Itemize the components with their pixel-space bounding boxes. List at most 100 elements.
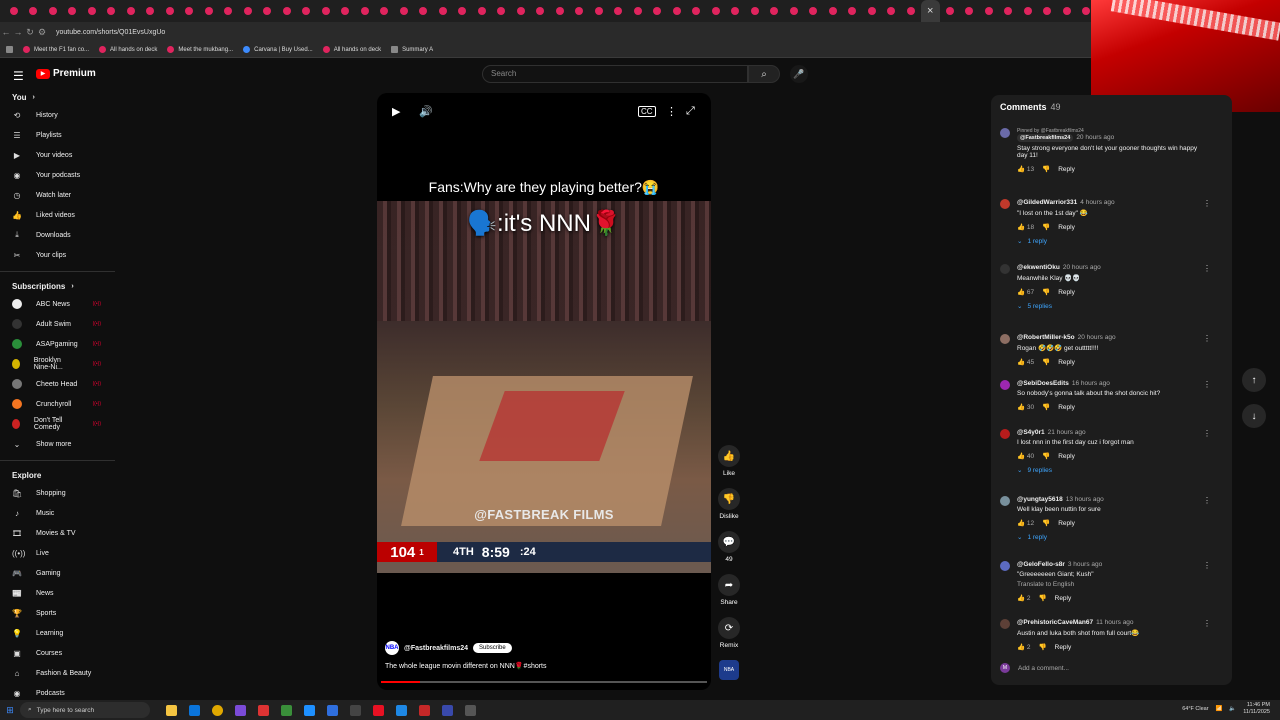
browser-tab[interactable] [765,0,785,22]
store-icon[interactable] [304,704,315,716]
browser-tab[interactable] [1038,0,1058,22]
files-icon[interactable] [327,704,338,716]
comment-menu-icon[interactable]: ⋮ [1203,199,1211,208]
subscribe-button[interactable]: Subscribe [473,643,512,653]
sidebar-item-courses[interactable]: ▣ Courses [0,643,115,663]
comment-dislike-button[interactable]: 👎 [1039,643,1047,651]
weather-text[interactable]: 64°F Clear [1182,706,1208,712]
browser-tab[interactable] [219,0,239,22]
commenter-avatar[interactable] [1000,334,1010,344]
commenter-avatar[interactable] [1000,561,1010,571]
sidebar-item-sports[interactable]: 🏆 Sports [0,603,115,623]
subscription-item[interactable]: Adult Swim ((•)) [0,314,115,334]
browser-tab[interactable] [648,0,668,22]
subscription-item[interactable]: Brooklyn Nine-Ni... ((•)) [0,354,115,374]
browser-tab[interactable] [531,0,551,22]
hamburger-menu-icon[interactable]: ☰ [13,69,24,83]
browser-tab[interactable] [472,0,492,22]
browser-tab[interactable] [414,0,434,22]
channel-name[interactable]: @Fastbreakfilms24 [404,645,468,652]
browser-tab[interactable] [433,0,453,22]
comment-menu-icon[interactable]: ⋮ [1203,496,1211,505]
steam-icon[interactable] [396,704,407,716]
channel-avatar[interactable]: NBA [385,641,399,655]
reply-button[interactable]: Reply [1055,644,1072,651]
comment-dislike-button[interactable]: 👎 [1042,223,1050,231]
subscription-item[interactable]: Cheeto Head ((•)) [0,374,115,394]
url-text[interactable]: youtube.com/shorts/Q01EvsUxgUo [56,29,165,36]
voice-search-button[interactable]: 🎤 [790,65,808,83]
comments-button[interactable]: 💬 49 [714,531,744,563]
browser-tab[interactable] [297,0,317,22]
youtube-premium-logo[interactable]: ▶ Premium [36,68,96,79]
dislike-button[interactable]: 👎 Dislike [714,488,744,520]
comment-menu-icon[interactable]: ⋮ [1203,380,1211,389]
volume-icon[interactable]: 🔈 [1229,706,1236,712]
subscription-item[interactable]: ASAPgaming ((•)) [0,334,115,354]
browser-tab[interactable] [160,0,180,22]
comment-dislike-button[interactable]: 👎 [1042,288,1050,296]
browser-tab[interactable] [901,0,921,22]
remix-button[interactable]: ⟳ Remix [714,617,744,649]
browser-tab[interactable] [999,0,1019,22]
sidebar-item-your-podcasts[interactable]: ◉ Your podcasts [0,165,115,185]
commenter-avatar[interactable] [1000,429,1010,439]
comment-like-button[interactable]: 👍 30 [1017,403,1034,411]
browser-tab[interactable] [277,0,297,22]
app-icon[interactable] [419,704,430,716]
app-icon[interactable] [442,704,453,716]
browser-tab[interactable] [141,0,161,22]
bookmark-item[interactable]: Meet the mukbang... [167,46,233,53]
more-vert-icon[interactable]: ⋮ [666,105,677,118]
bookmark-item[interactable]: Meet the F1 fan co... [23,46,89,53]
commenter-avatar[interactable] [1000,380,1010,390]
sidebar-item-movies-tv[interactable]: 🎞 Movies & TV [0,523,115,543]
comment-menu-icon[interactable]: ⋮ [1203,264,1211,273]
browser-tab[interactable] [784,0,804,22]
play-icon[interactable]: ▶ [392,105,400,118]
subscription-item[interactable]: Crunchyroll ((•)) [0,394,115,414]
comment-like-button[interactable]: 👍 2 [1017,594,1031,602]
sound-thumbnail[interactable]: NBA [719,660,739,680]
comment-author[interactable]: @RobertMiller-k5o [1017,334,1075,341]
sidebar-item-watch-later[interactable]: ◷ Watch later [0,185,115,205]
fullscreen-icon[interactable]: ⤢ [686,105,695,118]
reply-button[interactable]: Reply [1058,520,1075,527]
captions-icon[interactable]: CC [638,106,656,117]
clock[interactable]: 11:46 PM 11/11/2025 [1243,702,1270,716]
comment-like-button[interactable]: 👍 2 [1017,643,1031,651]
reply-button[interactable]: Reply [1055,595,1072,602]
commenter-avatar[interactable] [1000,619,1010,629]
browser-tab[interactable] [82,0,102,22]
translate-link[interactable]: Translate to English [1017,581,1207,588]
browser-tab[interactable] [316,0,336,22]
browser-tab[interactable] [24,0,44,22]
comment-menu-icon[interactable]: ⋮ [1203,429,1211,438]
comment-author[interactable]: @SebiDoesEdits [1017,380,1069,387]
volume-icon[interactable]: 🔊 [419,105,433,118]
forward-icon[interactable]: → [12,27,24,37]
subscription-item[interactable]: Don't Tell Comedy ((•)) [0,414,115,434]
close-tab-icon[interactable]: × [927,5,933,17]
next-short-button[interactable]: ↓ [1242,404,1266,428]
comment-menu-icon[interactable]: ⋮ [1203,619,1211,628]
subscription-item[interactable]: ABC News ((•)) [0,294,115,314]
sidebar-item-playlists[interactable]: ☰ Playlists [0,125,115,145]
browser-tab[interactable] [667,0,687,22]
app-icon[interactable] [235,704,246,716]
reply-button[interactable]: Reply [1058,404,1075,411]
browser-tab[interactable] [882,0,902,22]
comment-menu-icon[interactable]: ⋮ [1203,561,1211,570]
comment-like-button[interactable]: 👍 12 [1017,519,1034,527]
subscriptions-header[interactable]: Subscriptions › [0,278,115,294]
browser-tab[interactable] [375,0,395,22]
share-button[interactable]: ➦ Share [714,574,744,606]
sidebar-item-news[interactable]: 📰 News [0,583,115,603]
browser-tab[interactable] [804,0,824,22]
browser-tab[interactable] [609,0,629,22]
browser-tab[interactable] [570,0,590,22]
network-icon[interactable]: 📶 [1216,706,1223,712]
comment-author[interactable]: @S4y0r1 [1017,429,1045,436]
commenter-avatar[interactable] [1000,264,1010,274]
browser-tab[interactable] [940,0,960,22]
